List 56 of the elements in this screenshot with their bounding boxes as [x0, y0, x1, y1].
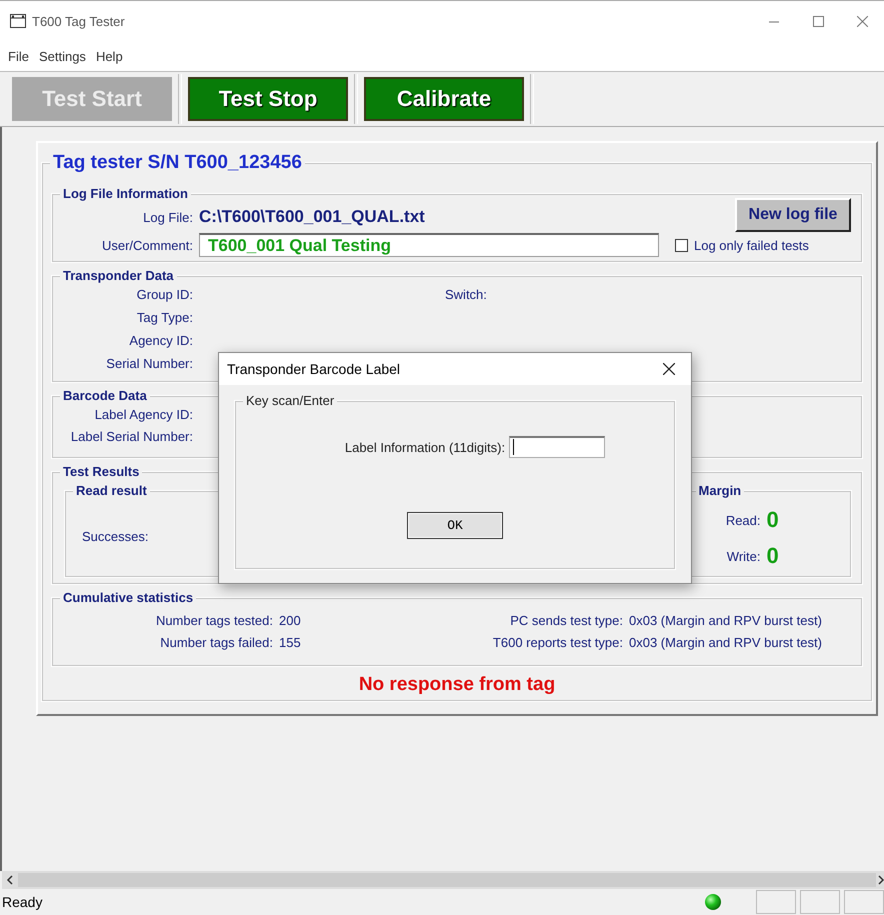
text-cursor-icon [513, 439, 516, 455]
log-file-path: C:\T600\T600_001_QUAL.txt [199, 207, 426, 227]
stat-value: 200 [279, 613, 302, 630]
field-label: Label Information (11digits): [344, 440, 506, 454]
field-label: Log File: [142, 210, 193, 224]
dialog-title: Transponder Barcode Label [227, 361, 402, 377]
status-pane [756, 890, 796, 914]
window-title: T600 Tag Tester [32, 14, 126, 28]
group-title: Cumulative statistics [63, 590, 194, 605]
field-label: Write: [726, 548, 761, 564]
status-led-icon [704, 893, 722, 911]
field-label: Agency ID: [128, 333, 193, 350]
ok-button[interactable]: OK [407, 512, 503, 539]
stat-label: T600 reports test type: [492, 635, 623, 652]
status-pane [844, 890, 884, 914]
margin-value: 0 [766, 543, 780, 569]
status-message: No response from tag [358, 674, 556, 696]
field-label: Read: [724, 512, 761, 528]
toolbar-button[interactable]: Calibrate [364, 77, 524, 121]
group-title: Log File Information [63, 186, 188, 201]
group-title: Key scan/Enter [246, 393, 334, 408]
field-label: Serial Number: [105, 356, 193, 373]
field-label: Tag Type: [136, 310, 193, 327]
stat-value: 0x03 (Margin and RPV burst test) [629, 613, 823, 630]
stat-label: PC sends test type: [509, 613, 623, 630]
group-title: Margin [698, 483, 742, 498]
status-pane [800, 890, 840, 914]
group-title: Test Results [63, 464, 140, 479]
field-label: User/Comment: [100, 238, 193, 252]
maximize-icon[interactable] [812, 16, 824, 26]
stat-label: Number tags failed: [159, 635, 273, 652]
field-label: Label Agency ID: [94, 407, 193, 424]
group-title: Transponder Data [63, 268, 174, 283]
menu-item[interactable]: Settings [38, 48, 86, 64]
new-log-file-button[interactable]: New log file [735, 198, 851, 232]
toolbar-button[interactable]: Test Stop [188, 77, 348, 121]
checkbox-label: Log only failed tests [694, 238, 809, 252]
field-label: Label Serial Number: [70, 429, 193, 446]
scroll-right-icon[interactable] [876, 873, 884, 887]
group-title: Barcode Data [63, 388, 147, 403]
stat-value: 0x03 (Margin and RPV burst test) [629, 635, 823, 652]
menu-item[interactable]: File [8, 48, 29, 64]
form-title: Tag tester S/N T600_123456 [53, 152, 302, 173]
field-label: Group ID: [136, 287, 193, 304]
menu-item[interactable]: Help [96, 48, 123, 64]
field-label: Switch: [445, 287, 488, 304]
label-information-field[interactable] [509, 436, 606, 458]
app-icon [10, 14, 26, 28]
group-title: Read result [76, 483, 147, 498]
checkbox[interactable] [675, 238, 688, 252]
margin-value: 0 [766, 507, 780, 533]
close-icon[interactable] [663, 363, 675, 375]
stat-value: 155 [279, 635, 302, 652]
field-label: Successes: [82, 529, 148, 544]
stat-label: Number tags tested: [154, 613, 273, 630]
status-text: Ready [2, 894, 44, 910]
